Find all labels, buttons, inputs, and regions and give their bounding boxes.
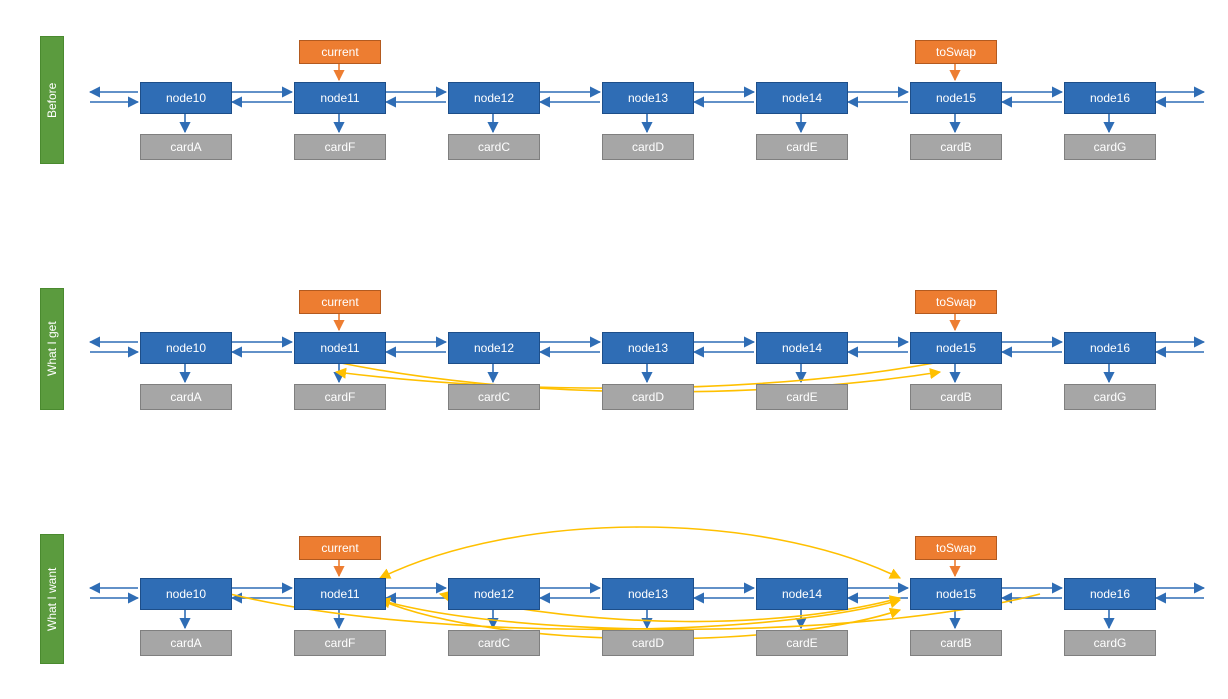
card-cardE: cardE [756,384,848,410]
node-node12: node12 [448,578,540,610]
card-cardC: cardC [448,134,540,160]
pointer-toSwap: toSwap [915,40,997,64]
card-cardC: cardC [448,630,540,656]
node-node11: node11 [294,332,386,364]
node-node16: node16 [1064,332,1156,364]
card-cardG: cardG [1064,134,1156,160]
card-cardE: cardE [756,134,848,160]
section-label-before: Before [40,36,64,164]
card-cardF: cardF [294,384,386,410]
pointer-toSwap: toSwap [915,536,997,560]
card-cardB: cardB [910,630,1002,656]
card-cardG: cardG [1064,630,1156,656]
node-node10: node10 [140,578,232,610]
card-cardF: cardF [294,630,386,656]
diagram-stage: Before node10 cardA current node11 cardF node1… [0,0,1228,699]
card-cardF: cardF [294,134,386,160]
node-node14: node14 [756,332,848,364]
node-node10: node10 [140,332,232,364]
card-cardA: cardA [140,630,232,656]
node-node12: node12 [448,332,540,364]
node-node11: node11 [294,578,386,610]
section-label-want: What I want [40,534,64,664]
card-cardA: cardA [140,384,232,410]
node-node15: node15 [910,82,1002,114]
card-cardD: cardD [602,134,694,160]
card-cardB: cardB [910,384,1002,410]
node-node15: node15 [910,332,1002,364]
card-cardA: cardA [140,134,232,160]
pointer-current: current [299,40,381,64]
card-cardB: cardB [910,134,1002,160]
node-node13: node13 [602,332,694,364]
node-node13: node13 [602,82,694,114]
node-node14: node14 [756,578,848,610]
node-node14: node14 [756,82,848,114]
card-cardC: cardC [448,384,540,410]
pointer-toSwap: toSwap [915,290,997,314]
card-cardE: cardE [756,630,848,656]
pointer-current: current [299,290,381,314]
node-node13: node13 [602,578,694,610]
node-node11: node11 [294,82,386,114]
pointer-current: current [299,536,381,560]
node-node15: node15 [910,578,1002,610]
card-cardD: cardD [602,630,694,656]
node-node16: node16 [1064,82,1156,114]
card-cardD: cardD [602,384,694,410]
node-node16: node16 [1064,578,1156,610]
section-label-get: What I get [40,288,64,410]
node-node10: node10 [140,82,232,114]
card-cardG: cardG [1064,384,1156,410]
node-node12: node12 [448,82,540,114]
